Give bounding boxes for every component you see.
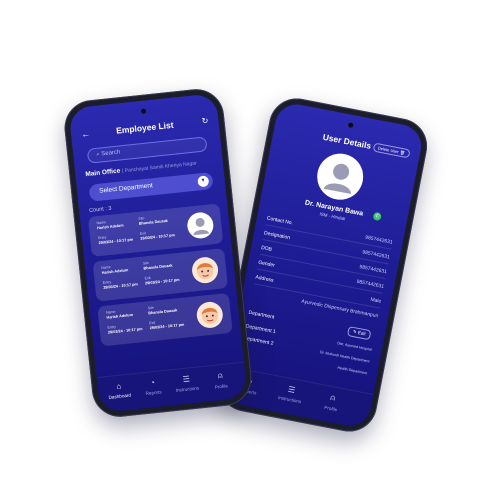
- user-placeholder-icon: [323, 163, 352, 195]
- nav-profile[interactable]: ⍝ Profile: [314, 390, 351, 414]
- entry-field: Entry 29/03/24 - 10:17 pm: [102, 280, 138, 290]
- exit-field: Exit 29/03/24 - 10:17 pm: [139, 231, 176, 241]
- phone-employee-list: ← Employee List ↻ ⌕ Search Main Office |…: [61, 86, 255, 420]
- name-field: Name Harish Adelum: [101, 265, 129, 275]
- detail-label: Designation: [263, 230, 291, 242]
- profile-icon: ⍝: [329, 392, 337, 403]
- delete-user-label: Delete User: [377, 145, 400, 155]
- nav-label: Reports: [145, 389, 162, 397]
- cartoon-face-icon: [196, 263, 214, 280]
- employee-card[interactable]: Name Harish Adelum Site Bhansla Dauzak E…: [92, 248, 229, 302]
- nav-label: Instructions: [175, 385, 200, 393]
- nav-label: Instructions: [277, 394, 302, 405]
- entry-field: Entry 29/03/24 - 10:17 pm: [97, 235, 134, 246]
- avatar: [190, 255, 220, 285]
- reports-icon: ◔: [149, 378, 156, 388]
- avatar: [186, 211, 215, 240]
- count-label: Count : 3: [88, 205, 112, 214]
- nav-instructions[interactable]: ☰ Instructions: [273, 382, 310, 405]
- name-field: Name Harish Adelum: [105, 309, 134, 320]
- detail-label: Address: [254, 274, 274, 284]
- site-field: Site Bhansla Dauzak: [138, 216, 169, 226]
- profile-icon: ⍝: [217, 370, 224, 381]
- list-icon: ☰: [182, 374, 191, 385]
- search-icon: ⌕: [96, 151, 101, 158]
- employee-card[interactable]: Name Harish Adelum Site Bhansla Dauzak E…: [97, 292, 233, 347]
- refresh-icon[interactable]: ↻: [201, 116, 209, 126]
- nav-instructions[interactable]: ☰ Instructions: [169, 373, 205, 393]
- nav-label: Profile: [214, 383, 229, 390]
- site-field: Site Bhansla Dauzak: [147, 305, 178, 316]
- department-3-value: Health Department: [337, 365, 368, 376]
- department-label: Department: [247, 309, 275, 321]
- nav-reports[interactable]: ◔ Reports: [135, 377, 171, 397]
- nav-dashboard[interactable]: ⌂ Dashboard: [101, 380, 137, 400]
- avatar: [195, 300, 225, 330]
- nav-profile[interactable]: ⍝ Profile: [203, 369, 239, 390]
- cartoon-face-icon: [201, 307, 218, 324]
- detail-value: 9857442631: [361, 249, 391, 261]
- office-sub: | Panchayat Samiti Kheriya Nagar: [121, 160, 197, 175]
- camera-notch: [140, 108, 147, 114]
- camera-notch: [347, 122, 354, 129]
- home-icon: ⌂: [115, 381, 122, 392]
- detail-value: 9857442631: [358, 264, 388, 276]
- detail-value: 9857442631: [364, 234, 394, 246]
- exit-field: Exit 29/03/24 - 10:17 pm: [149, 320, 185, 331]
- department-select-label: Select Department: [98, 182, 154, 195]
- bottom-nav: ⌂ Dashboard ◔ Reports ☰ Instructions ⍝ P…: [96, 361, 248, 413]
- nav-label: Profile: [323, 404, 338, 413]
- detail-label: DOB: [260, 244, 273, 253]
- name-field: Name Harish Adelum: [96, 220, 124, 231]
- search-placeholder: Search: [101, 149, 121, 158]
- office-label: Main Office: [85, 167, 121, 179]
- detail-value: Male: [369, 296, 382, 305]
- chevron-down-icon: ▾: [197, 175, 210, 188]
- department-select[interactable]: Select Department ▾: [88, 171, 214, 202]
- detail-value: 9857442631: [356, 278, 385, 290]
- edit-label: Edit: [357, 329, 367, 337]
- employee-list-screen: ← Employee List ↻ ⌕ Search Main Office |…: [68, 93, 248, 413]
- nav-label: Dashboard: [108, 392, 132, 400]
- detail-label: Gender: [257, 259, 276, 269]
- exit-field: Exit 29/03/24 - 10:17 pm: [144, 275, 180, 286]
- avatar: [313, 149, 368, 204]
- detail-label: Contact No.: [266, 215, 294, 227]
- user-placeholder-icon: [193, 217, 210, 236]
- site-field: Site Bhansla Dauzak: [142, 260, 173, 271]
- entry-field: Entry 29/03/24 - 10:17 pm: [107, 324, 143, 335]
- user-details-screen: User Details Delete User 🗑 Dr. Narayan B…: [221, 100, 425, 430]
